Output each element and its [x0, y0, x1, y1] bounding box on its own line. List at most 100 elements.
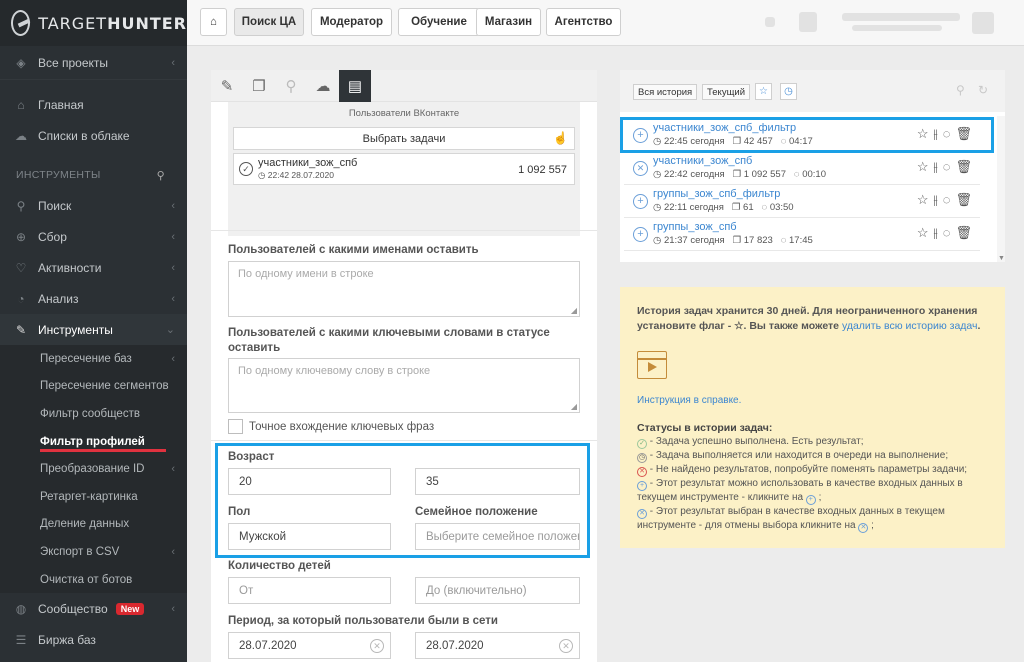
plus-circle-icon: +: [805, 495, 816, 505]
settings-icon[interactable]: ⫲: [934, 159, 943, 174]
chevron-left-icon: ‹: [171, 230, 175, 243]
search-icon[interactable]: ⚲: [157, 169, 165, 182]
trash-icon[interactable]: 🗑: [955, 225, 977, 240]
sidebar-item-activities[interactable]: ♡ Активности ‹: [0, 252, 187, 283]
sub-item-bot-cleanup[interactable]: Очистка от ботов: [0, 565, 187, 594]
resize-grip-icon[interactable]: ◢: [571, 306, 577, 315]
sub-item-bases-intersection[interactable]: Пересечение баз ‹: [0, 345, 187, 373]
settings-icon[interactable]: ⫲: [934, 192, 943, 207]
instruction-link[interactable]: Инструкция в справке.: [637, 393, 741, 408]
status-success: ✓ - Задача успешно выполнена. Есть резул…: [637, 435, 992, 449]
plus-circle-icon[interactable]: +: [633, 227, 648, 242]
all-projects-item[interactable]: ◈ Все проекты ‹: [0, 46, 187, 80]
tab-audience-search[interactable]: Поиск ЦА: [234, 8, 304, 36]
logo-text: TARGETHUNTER: [38, 13, 187, 33]
highlight-history-row: [620, 117, 994, 153]
divider: [211, 230, 597, 231]
history-header: Вся история Текущий ☆ ◷ ⚲ ↻: [620, 70, 1005, 112]
sidebar-item-tools[interactable]: ✎ Инструменты ⌄: [0, 314, 187, 345]
comment-icon[interactable]: ◌: [943, 159, 956, 174]
sidebar-item-home[interactable]: ⌂ Главная: [0, 89, 187, 120]
names-textarea[interactable]: По одному имени в строке ◢: [228, 261, 580, 317]
star-filter-icon[interactable]: ☆: [755, 83, 772, 100]
clock-filter-icon[interactable]: ◷: [780, 83, 797, 100]
cloud-upload-icon[interactable]: ☁: [307, 70, 339, 102]
children-to-input[interactable]: До (включительно): [415, 577, 580, 604]
history-task-name[interactable]: группы_зож_спб_фильтр: [653, 188, 780, 200]
children-label: Количество детей: [228, 560, 331, 572]
sub-item-data-split[interactable]: Деление данных: [0, 510, 187, 539]
sub-item-communities-filter[interactable]: Фильтр сообществ: [0, 400, 187, 428]
tab-shop[interactable]: Магазин: [476, 8, 541, 36]
sub-item-csv-export[interactable]: Экспорт в CSV ‹: [0, 538, 187, 566]
star-icon[interactable]: ☆: [917, 192, 934, 207]
chevron-left-icon: ‹: [171, 545, 175, 558]
sidebar-item-exchange[interactable]: ☰ Биржа баз: [0, 624, 187, 655]
refresh-icon[interactable]: ↻: [978, 83, 988, 97]
account-info[interactable]: [842, 13, 960, 21]
history-task-meta: ◷ 21:37 сегодня ❐ 17 823 ◌ 17:45: [653, 235, 813, 246]
period-to-input[interactable]: 28.07.2020 ✕: [415, 632, 580, 659]
sidebar-item-cloud-lists[interactable]: ☁ Списки в облаке: [0, 120, 187, 151]
book-icon[interactable]: ▤: [339, 70, 371, 102]
delete-history-link[interactable]: удалить всю историю задач: [842, 320, 978, 332]
layers-icon: ◈: [16, 55, 26, 70]
star-icon[interactable]: ☆: [917, 225, 934, 240]
avatar[interactable]: [972, 12, 994, 34]
resize-grip-icon[interactable]: ◢: [571, 402, 577, 411]
notification-icon[interactable]: [765, 17, 775, 27]
sidebar-item-collect[interactable]: ⊕ Сбор ‹: [0, 221, 187, 252]
sidebar-item-community[interactable]: ◍ Сообщество New ‹: [0, 593, 187, 624]
settings-icon[interactable]: ⫲: [934, 225, 943, 240]
history-row[interactable]: ✕ участники_зож_спб ◷ 22:42 сегодня ❐ 1 …: [624, 152, 980, 185]
copy-icon[interactable]: ❐: [243, 70, 275, 102]
keywords-textarea[interactable]: По одному ключевому слову в строке ◢: [228, 358, 580, 413]
history-note: История задач хранится 30 дней. Для неог…: [637, 305, 981, 332]
status-selected: ✕ - Этот результат выбран в качестве вхо…: [637, 506, 945, 533]
wrench-icon: ✎: [15, 322, 27, 337]
all-history-button[interactable]: Вся история: [633, 84, 698, 100]
history-task-name[interactable]: участники_зож_спб: [653, 155, 752, 167]
status-running: ◷ - Задача выполняется или находится в о…: [637, 450, 949, 463]
history-scrollbar[interactable]: ▼: [997, 116, 1005, 262]
edit-icon[interactable]: ✎: [211, 70, 243, 102]
chevron-left-icon: ‹: [171, 602, 175, 615]
period-from-input[interactable]: 28.07.2020 ✕: [228, 632, 391, 659]
exact-match-checkbox[interactable]: [228, 419, 243, 434]
trash-icon[interactable]: 🗑: [955, 192, 977, 207]
wallet-icon[interactable]: [799, 12, 817, 32]
tab-moderator[interactable]: Модератор: [311, 8, 392, 36]
comment-icon[interactable]: ◌: [943, 225, 956, 240]
history-task-name[interactable]: группы_зож_спб: [653, 221, 737, 233]
trash-icon[interactable]: 🗑: [955, 159, 977, 174]
sidebar-item-analysis[interactable]: ◔ Анализ ‹: [0, 283, 187, 314]
selected-task-card[interactable]: ✓ участники_зож_спб ◷ 22:42 28.07.2020 1…: [233, 153, 575, 185]
row-actions: ☆⫲◌🗑: [917, 192, 977, 208]
star-icon[interactable]: ☆: [917, 159, 934, 174]
history-row[interactable]: + группы_зож_спб_фильтр ◷ 22:11 сегодня …: [624, 185, 980, 218]
chevron-left-icon: ‹: [171, 463, 175, 476]
tab-agency[interactable]: Агентство: [546, 8, 621, 36]
choose-tasks-button[interactable]: Выбрать задачи ☝: [233, 127, 575, 150]
home-button[interactable]: ⌂: [200, 8, 227, 36]
history-row[interactable]: + группы_зож_спб ◷ 21:37 сегодня ❐ 17 82…: [624, 218, 980, 251]
sub-item-id-conversion[interactable]: Преобразование ID ‹: [0, 455, 187, 483]
sub-item-segments-intersection[interactable]: Пересечение сегментов: [0, 372, 187, 401]
video-clapper-icon[interactable]: [636, 351, 667, 379]
current-history-button[interactable]: Текущий: [702, 84, 750, 100]
sidebar-item-search[interactable]: ⚲ Поиск ‹: [0, 190, 187, 221]
location-icon[interactable]: ⚲: [275, 70, 307, 102]
sub-item-profiles-filter[interactable]: Фильтр профилей: [0, 427, 187, 456]
children-from-input[interactable]: От: [228, 577, 391, 604]
tab-learning[interactable]: Обучение: [398, 8, 480, 36]
clear-icon[interactable]: ✕: [370, 639, 384, 653]
search-icon[interactable]: ⚲: [956, 83, 965, 97]
status-usable: + - Этот результат можно использовать в …: [637, 478, 963, 505]
comment-icon[interactable]: ◌: [943, 192, 956, 207]
logo[interactable]: TARGETHUNTER: [0, 0, 187, 46]
plus-circle-icon[interactable]: +: [633, 194, 648, 209]
sub-item-retarget-image[interactable]: Ретаргет-картинка: [0, 482, 187, 511]
clear-icon[interactable]: ✕: [559, 639, 573, 653]
cross-circle-icon[interactable]: ✕: [633, 161, 648, 176]
scroll-down-icon[interactable]: ▼: [998, 255, 1005, 262]
